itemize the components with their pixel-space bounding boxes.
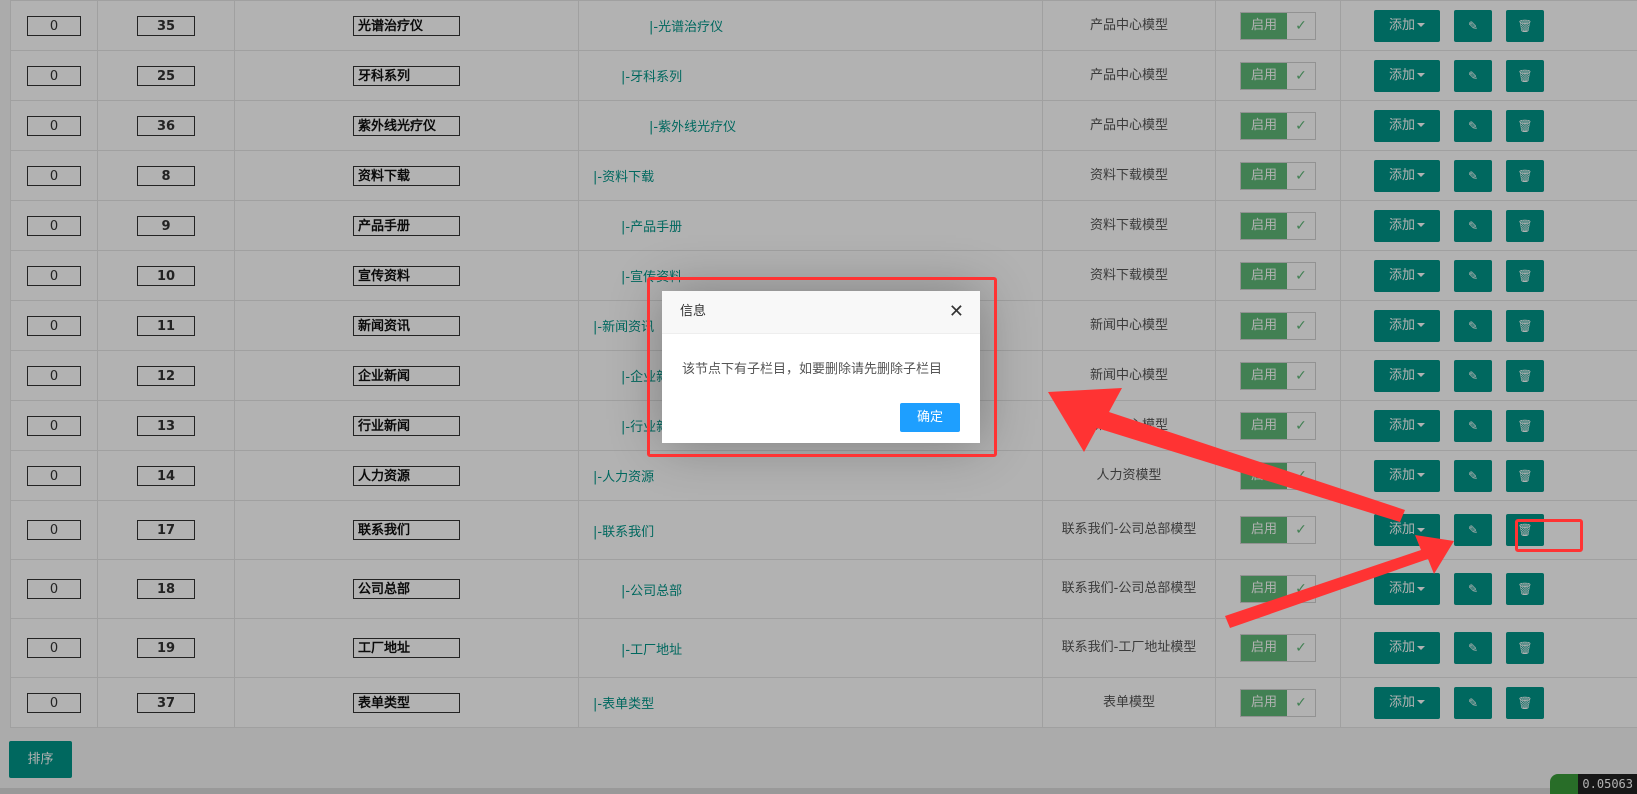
arrow-to-dialog: [1048, 388, 1405, 522]
annotation-arrows: [1048, 388, 1454, 628]
arrow-to-add-button: [1225, 535, 1454, 628]
